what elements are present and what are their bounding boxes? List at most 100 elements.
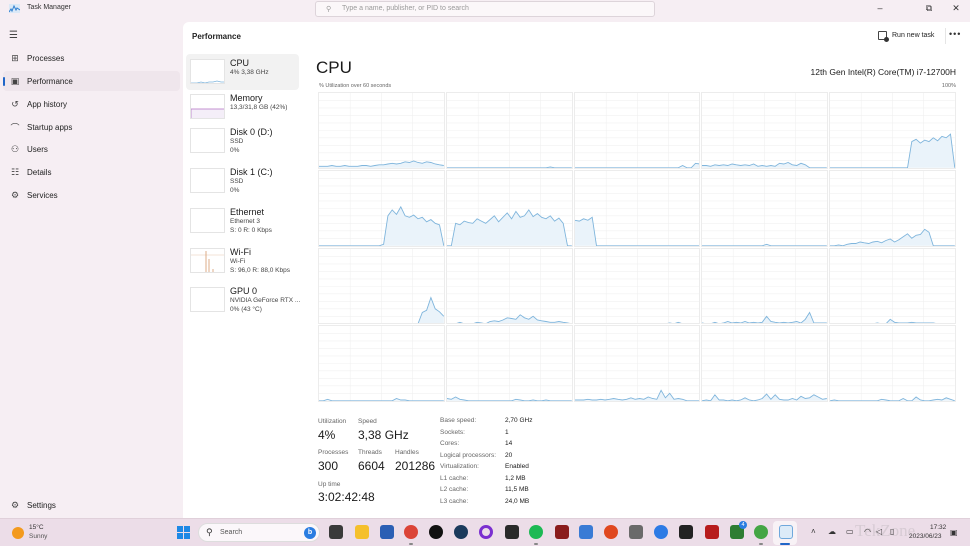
device-detail: 0% (43 °C): [230, 306, 262, 313]
taskbar-app-chrome[interactable]: [404, 525, 418, 539]
services-icon: ⚙: [10, 189, 20, 200]
wifi-icon[interactable]: ◠: [864, 527, 871, 536]
minimize-button[interactable]: –: [872, 3, 888, 13]
taskbar-app-game-app[interactable]: [555, 525, 569, 539]
device-item-ethernet[interactable]: Ethernet Ethernet 3 S: 0 R: 0 Kbps: [186, 203, 299, 239]
startup-icon: ⌒: [10, 122, 20, 133]
taskbar-app-red-app[interactable]: [705, 525, 719, 539]
cpu-graph-svg: [574, 248, 700, 324]
taskbar: 15°C Sunny ⚲ Search b 4 TekZone ˄ ☁ ▭ ◠ …: [0, 518, 970, 546]
notification-icon[interactable]: ▣: [950, 528, 958, 537]
cpu-graph-svg: [319, 93, 444, 168]
spec-label: L3 cache:: [440, 497, 469, 505]
clock-date[interactable]: 2023/06/23: [909, 533, 942, 540]
users-icon: ⚇: [10, 143, 20, 154]
spec-value: 20: [505, 451, 513, 459]
taskbar-app-ea-app[interactable]: [604, 525, 618, 539]
device-detail: Wi-Fi: [230, 258, 246, 265]
device-item-gpu-0[interactable]: GPU 0 NVIDIA GeForce RTX ... 0% (43 °C): [186, 282, 300, 318]
windows-logo-tile: [184, 533, 190, 539]
cpu-graph-lp13: [701, 247, 829, 325]
spec-value: 11,5 MB: [505, 486, 529, 493]
taskbar-app-microsoft-store[interactable]: [380, 525, 394, 539]
taskbar-search[interactable]: ⚲ Search b: [198, 523, 320, 542]
cpu-graph-svg: [702, 93, 828, 168]
spec-value: 24,0 MB: [505, 497, 530, 505]
device-thumbnail-graph: [190, 94, 225, 119]
volume-icon[interactable]: ◁: [876, 527, 882, 536]
nav-item-settings[interactable]: ⚙ Settings: [3, 495, 180, 515]
nav-item-performance[interactable]: ▣ Performance: [3, 71, 180, 91]
cpu-graph-lp7: [573, 169, 701, 247]
cpu-graph-lp8: [701, 169, 829, 247]
clock-time[interactable]: 17:32: [930, 524, 946, 531]
taskbar-app-logitech-g-hub[interactable]: [429, 525, 443, 539]
taskbar-app-task-view[interactable]: [329, 525, 343, 539]
device-item-disk-0-d[interactable]: Disk 0 (D:) SSD 0%: [186, 123, 299, 159]
taskbar-app-razer[interactable]: [754, 525, 768, 539]
run-new-task-button[interactable]: Run new task: [878, 31, 934, 42]
nav-label: Users: [27, 144, 48, 154]
cpu-graph-svg: [702, 326, 828, 401]
header-divider: [945, 28, 946, 44]
nav-label: Startup apps: [27, 122, 73, 132]
cpu-title: CPU: [316, 58, 352, 77]
nav-item-details[interactable]: ☷ Details: [3, 162, 180, 182]
device-item-disk-1-c[interactable]: Disk 1 (C:) SSD 0%: [186, 163, 299, 199]
nav-label: Performance: [27, 76, 73, 86]
handles-value: 201286: [395, 459, 436, 473]
battery-icon[interactable]: ▯: [890, 527, 894, 536]
spec-label: Logical processors:: [440, 451, 496, 459]
onedrive-icon[interactable]: ☁: [828, 527, 836, 536]
taskbar-app-network-app[interactable]: [579, 525, 593, 539]
cpu-graph-svg: [319, 170, 444, 246]
nav-item-processes[interactable]: ⊞ Processes: [3, 48, 180, 68]
weather-temp[interactable]: 15°C: [29, 524, 44, 531]
display-icon[interactable]: ▭: [846, 527, 854, 536]
task-manager-app-icon: [9, 4, 20, 13]
spec-value: 1,2 MB: [505, 474, 526, 482]
weather-sun-icon[interactable]: [12, 527, 24, 539]
weather-condition[interactable]: Sunny: [29, 533, 47, 540]
taskbar-app-steam[interactable]: [454, 525, 468, 539]
running-indicator: [409, 543, 413, 545]
cpu-graph-lp14: [829, 247, 956, 325]
taskbar-search-label: Search: [220, 529, 243, 536]
cpu-graph-lp18: [701, 325, 829, 402]
more-options-button[interactable]: •••: [949, 29, 961, 39]
taskbar-app-epic-games[interactable]: [505, 525, 519, 539]
device-item-memory[interactable]: Memory 13,3/31,8 GB (42%): [186, 89, 299, 125]
device-thumbnail-graph: [190, 248, 225, 273]
process-search-input[interactable]: ⚲ Type a name, publisher, or PID to sear…: [315, 1, 655, 17]
device-detail: 13,3/31,8 GB (42%): [230, 104, 288, 111]
nav-item-services[interactable]: ⚙ Services: [3, 185, 180, 205]
bing-icon[interactable]: b: [304, 527, 316, 539]
taskbar-app-amazon[interactable]: [679, 525, 693, 539]
taskbar-app-blue-app[interactable]: [654, 525, 668, 539]
nav-item-app-history[interactable]: ↺ App history: [3, 94, 180, 114]
cpu-graph-lp0: [318, 92, 445, 169]
device-thumbnail-graph: [190, 168, 225, 193]
device-item-cpu[interactable]: CPU 4% 3,38 GHz: [186, 54, 299, 90]
start-button[interactable]: [177, 526, 190, 539]
search-icon: ⚲: [326, 6, 332, 13]
graph-max-label: 100%: [941, 83, 956, 89]
hamburger-icon[interactable]: ☰: [9, 30, 18, 41]
taskbar-app-cortana[interactable]: [479, 525, 493, 539]
taskbar-app-file-explorer[interactable]: [355, 525, 369, 539]
nav-item-startup-apps[interactable]: ⌒ Startup apps: [3, 117, 180, 137]
restore-button[interactable]: ⧉: [921, 3, 937, 14]
cpu-graph-lp19: [829, 325, 956, 402]
cpu-graph-svg: [830, 170, 955, 246]
device-item-wi-fi[interactable]: Wi-Fi Wi-Fi S: 96,0 R: 88,0 Kbps: [186, 243, 299, 279]
nav-item-users[interactable]: ⚇ Users: [3, 139, 180, 159]
taskbar-app-quake[interactable]: [629, 525, 643, 539]
logical-processor-graphs: [318, 92, 956, 402]
taskbar-app-task-manager[interactable]: [779, 525, 793, 539]
cpu-graph-lp5: [318, 169, 445, 247]
chevron-up-icon[interactable]: ˄: [811, 527, 816, 536]
device-detail: 4% 3,38 GHz: [230, 69, 269, 76]
cpu-graph-svg: [830, 248, 955, 324]
close-button[interactable]: ✕: [948, 3, 964, 14]
taskbar-app-spotify[interactable]: [529, 525, 543, 539]
